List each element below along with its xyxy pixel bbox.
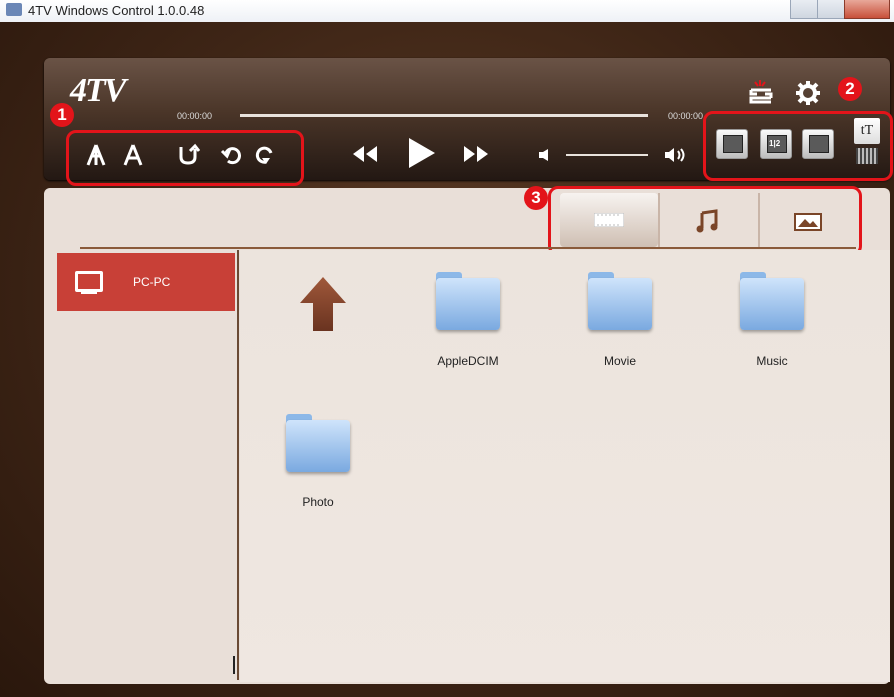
rotate-left-icon[interactable] xyxy=(220,143,244,167)
text-size-label: tT xyxy=(854,118,880,144)
close-button[interactable] xyxy=(844,0,890,19)
minimize-button[interactable] xyxy=(790,0,818,19)
callout-badge-3: 3 xyxy=(524,186,548,210)
up-folder-icon[interactable] xyxy=(296,275,350,333)
folder-label[interactable]: Movie xyxy=(560,354,680,368)
cast-icon[interactable] xyxy=(747,78,777,104)
subtitle-strip-icon xyxy=(856,148,878,164)
folder-body xyxy=(286,420,350,472)
tab-music[interactable] xyxy=(660,193,758,247)
folder-body xyxy=(436,278,500,330)
play-icon[interactable] xyxy=(404,136,438,170)
single-screen-button[interactable] xyxy=(716,129,748,159)
text-size-button[interactable]: tT xyxy=(854,118,880,166)
tab-video[interactable] xyxy=(560,193,658,247)
folder-label[interactable]: Photo xyxy=(258,495,378,509)
callout-badge-1: 1 xyxy=(50,103,74,127)
sidebar-item-pc-pc[interactable]: PC-PC xyxy=(57,253,235,311)
screen-icon xyxy=(723,135,743,153)
elapsed-time: 00:00:00 xyxy=(177,111,213,121)
sidebar xyxy=(57,250,239,680)
split-screen-button[interactable]: 1|2 xyxy=(760,129,792,159)
monitor-icon xyxy=(75,271,103,292)
volume-high-icon[interactable] xyxy=(664,146,688,164)
antenna-icon[interactable] xyxy=(84,142,108,168)
text-cursor xyxy=(233,656,235,674)
antenna-alt-icon[interactable] xyxy=(121,142,145,168)
folder-label[interactable]: AppleDCIM xyxy=(408,354,528,368)
tab-photo[interactable] xyxy=(760,193,858,247)
progress-slider[interactable] xyxy=(240,114,648,117)
app-icon xyxy=(6,3,22,16)
folder-icon[interactable] xyxy=(436,268,500,338)
swap-screen-icon xyxy=(809,135,829,153)
volume-slider[interactable] xyxy=(566,154,648,156)
window-title: 4TV Windows Control 1.0.0.48 xyxy=(28,3,205,18)
music-note-icon xyxy=(696,209,718,233)
title-bar: 4TV Windows Control 1.0.0.48 xyxy=(0,0,894,22)
window-controls xyxy=(790,0,890,19)
total-time: 00:00:00 xyxy=(668,111,704,121)
folder-icon[interactable] xyxy=(286,410,350,480)
rewind-icon[interactable] xyxy=(350,143,380,165)
app-logo: 4TV xyxy=(70,72,126,109)
folder-icon[interactable] xyxy=(588,268,652,338)
folder-body xyxy=(740,278,804,330)
folder-label[interactable]: Music xyxy=(712,354,832,368)
volume-low-icon[interactable] xyxy=(538,148,552,162)
maximize-button[interactable] xyxy=(817,0,845,19)
callout-badge-2: 2 xyxy=(838,77,862,101)
tabs-underline xyxy=(80,247,856,249)
sidebar-item-label: PC-PC xyxy=(133,275,171,289)
fast-forward-icon[interactable] xyxy=(461,143,491,165)
folder-icon[interactable] xyxy=(740,268,804,338)
swap-screen-button[interactable] xyxy=(802,129,834,159)
replay-icon[interactable] xyxy=(252,143,278,169)
picture-icon xyxy=(794,213,822,231)
monitor-stand xyxy=(81,291,97,294)
split-screen-label: 1|2 xyxy=(769,139,781,148)
settings-gear-icon[interactable] xyxy=(795,80,821,106)
film-icon xyxy=(594,213,624,227)
folder-body xyxy=(588,278,652,330)
return-icon[interactable] xyxy=(176,143,200,167)
